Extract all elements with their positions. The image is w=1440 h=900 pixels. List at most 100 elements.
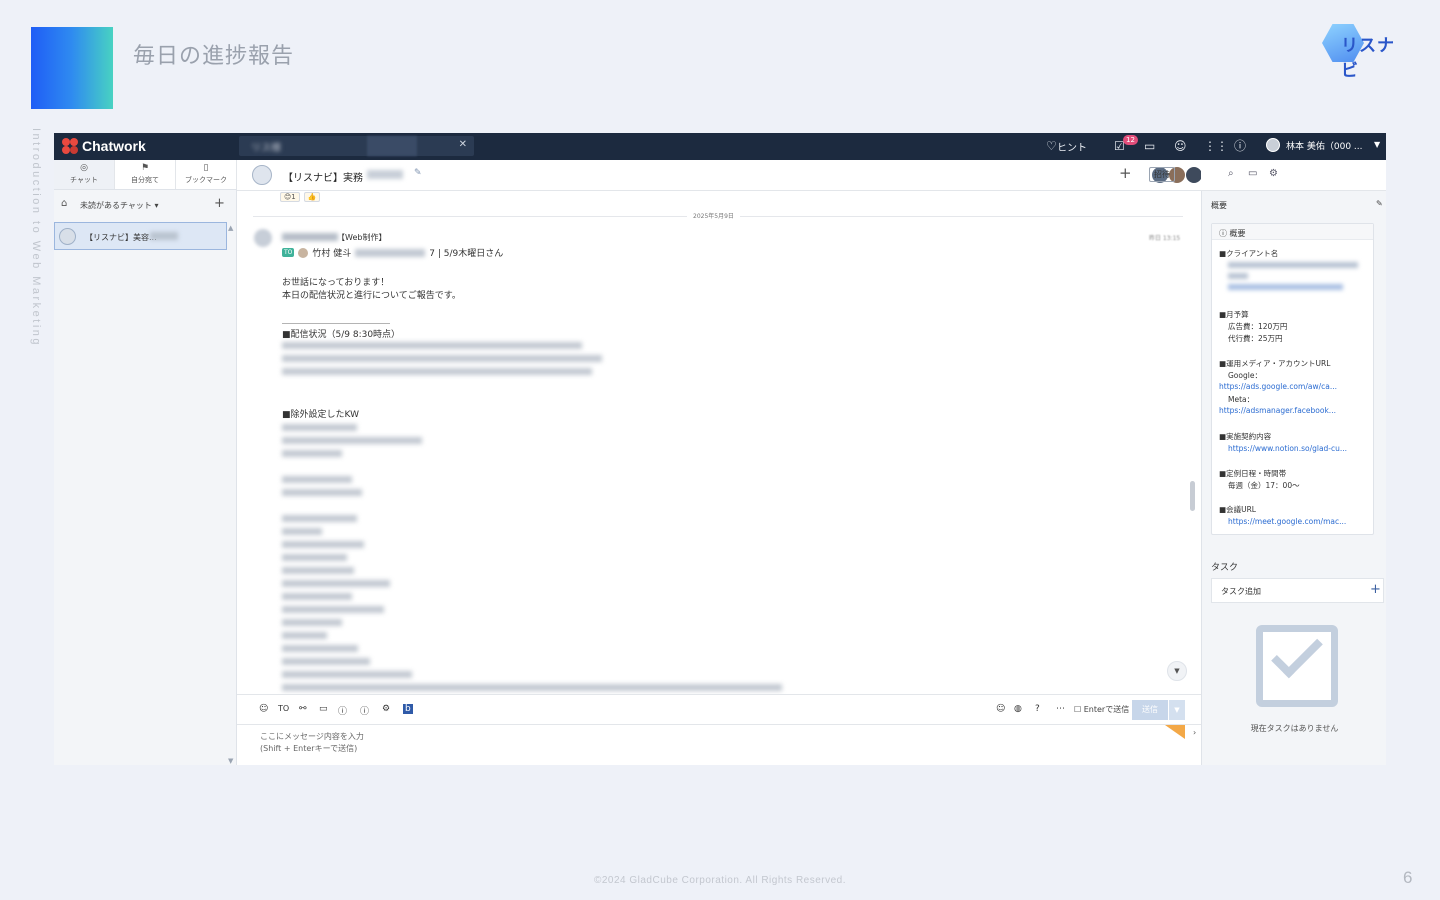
filter-label[interactable]: 未読があるチャット ▾	[80, 200, 158, 211]
info-icon[interactable]: ⓘ	[1234, 138, 1246, 154]
blurred-text	[282, 671, 412, 678]
recipient-blur	[355, 248, 426, 257]
composer-toolbar: ☺ TO ⚯ ▭ ⓘ ⓘ ⚙ b ☺ ◍ ? ⋯ ☐ Enterで送信 送信 ▼	[237, 694, 1201, 724]
gear-icon[interactable]: ⚙	[1269, 168, 1278, 179]
to-button[interactable]: TO	[278, 704, 289, 713]
recipient-name: 竹村 健斗	[312, 249, 352, 259]
home-icon[interactable]: ⌂	[61, 198, 67, 209]
overview-card: ⓘ 概要 ■クライアント名 ■月予算 広告費：120万円 代行費：25万円 ■運…	[1211, 223, 1374, 535]
search-blur-region	[367, 136, 417, 156]
section-link[interactable]: https://meet.google.com/mac...	[1228, 517, 1346, 526]
emoji-icon[interactable]: ☺	[996, 704, 1005, 714]
tab-bookmarks[interactable]: ▯ ブックマーク	[176, 160, 237, 189]
folder-icon[interactable]: ▭	[1248, 168, 1257, 179]
to-tag: TO	[282, 248, 295, 257]
tab-mentions[interactable]: ⚑ 自分宛て	[115, 160, 176, 189]
tab-chat[interactable]: ◎ チャット	[54, 160, 115, 189]
chatwork-window: Chatwork リス様 ✕ ♡ ヒント ☑ 12 ▭ ☺ ⋮⋮ ⓘ 林本 美佑…	[54, 133, 1386, 765]
section-link[interactable]: https://www.notion.so/glad-cu...	[1228, 444, 1347, 453]
timeline-scrollbar[interactable]	[1190, 481, 1195, 511]
chatwork-logo[interactable]: Chatwork	[62, 138, 146, 154]
add-task-label: タスク追加	[1221, 587, 1261, 596]
section-link[interactable]: https://ads.google.com/aw/ca...	[1219, 382, 1337, 391]
blurred-link	[1228, 284, 1343, 290]
bookmark-icon: ▯	[203, 163, 209, 173]
message-input[interactable]: ここにメッセージ内容を入力 (Shift + Enterキーで送信)	[237, 724, 1201, 765]
section-line: Meta：	[1228, 395, 1255, 404]
hint-icon[interactable]: ♡	[1046, 138, 1057, 154]
chat-bubble-icon[interactable]: ◍	[1014, 704, 1022, 714]
room-avatar	[59, 228, 76, 245]
overview-title: 概要	[1211, 201, 1227, 210]
sender-name: 【Web制作】	[337, 233, 387, 242]
sidebar-item-room[interactable]: 【リスナビ】美容...	[54, 222, 227, 250]
sender-avatar	[254, 229, 272, 247]
scroll-down-arrow[interactable]: ▼	[228, 757, 233, 765]
corner-badge-icon	[1165, 725, 1185, 739]
slide-title: 毎日の進捗報告	[133, 44, 295, 69]
apps-grid-icon[interactable]: ⋮⋮	[1204, 138, 1228, 154]
date-label: 2025年5月9日	[687, 211, 740, 220]
app-name: Chatwork	[82, 138, 146, 154]
room-title-blur	[367, 170, 403, 179]
info-tag-icon[interactable]: ⓘ	[338, 704, 347, 717]
search-icon[interactable]: ⌕	[1228, 168, 1234, 179]
folder-icon[interactable]: ▭	[1144, 138, 1155, 154]
message-line: ＿＿＿＿＿＿＿＿＿＿＿＿	[282, 316, 391, 326]
blurred-text	[282, 554, 347, 561]
collapse-panel-icon[interactable]: ›	[1193, 728, 1196, 737]
section-heading: ■会議URL	[1219, 505, 1256, 514]
section-line: Google：	[1228, 371, 1262, 380]
reaction-chip[interactable]: 😊1	[280, 192, 300, 202]
sidebar-tabs: ◎ チャット ⚑ 自分宛て ▯ ブックマーク	[54, 160, 237, 190]
search-input[interactable]: リス様 ✕	[239, 136, 474, 156]
section-line: 広告費：120万円	[1228, 322, 1288, 331]
section-heading: ■月予算	[1219, 310, 1249, 319]
user-avatar[interactable]	[1266, 138, 1280, 152]
add-task-button[interactable]: タスク追加 +	[1211, 578, 1384, 603]
to-line: TO 竹村 健斗 7 | 5/9木曜日さん	[282, 246, 503, 259]
blurred-text	[282, 593, 352, 600]
link-icon[interactable]: ⚯	[299, 704, 307, 714]
add-chat-button[interactable]: +	[214, 196, 225, 211]
section-line: 毎週（金）17：00〜	[1228, 481, 1300, 490]
top-bar: Chatwork リス様 ✕ ♡ ヒント ☑ 12 ▭ ☺ ⋮⋮ ⓘ 林本 美佑…	[54, 133, 1386, 160]
empty-task-message: 現在タスクはありません	[1250, 724, 1339, 733]
send-options-caret[interactable]: ▼	[1169, 700, 1185, 720]
hint-label[interactable]: ヒント	[1057, 139, 1087, 154]
blurred-text	[282, 684, 782, 691]
user-name[interactable]: 林本 美佑（000 ...	[1286, 139, 1362, 152]
edit-icon[interactable]: ✎	[1376, 199, 1383, 208]
contacts-icon[interactable]: ☺	[1174, 138, 1187, 154]
send-button[interactable]: 送信	[1132, 700, 1168, 720]
reaction-chip[interactable]: 👍	[303, 192, 321, 202]
blurred-text	[282, 658, 370, 665]
blurred-text	[282, 619, 342, 626]
caret-down-icon[interactable]: ▼	[1374, 140, 1380, 149]
message-line: ■除外設定したKW	[282, 410, 359, 420]
close-icon[interactable]: ✕	[459, 139, 467, 150]
settings-icon[interactable]: ⚙	[382, 704, 390, 714]
blurred-text	[282, 342, 582, 349]
bookmark-app-icon[interactable]: b	[403, 704, 413, 714]
pin-icon[interactable]: ✎	[414, 168, 422, 178]
info-tag-icon-2[interactable]: ⓘ	[360, 704, 369, 717]
enter-send-toggle[interactable]: ☐ Enterで送信	[1074, 704, 1129, 715]
blurred-text	[282, 489, 362, 496]
help-icon[interactable]: ?	[1035, 704, 1040, 714]
more-icon[interactable]: ⋯	[1056, 704, 1065, 714]
blurred-text	[1228, 262, 1358, 268]
scroll-up-arrow[interactable]: ▲	[228, 224, 233, 232]
blurred-text	[282, 355, 602, 362]
video-icon[interactable]: ▭	[319, 704, 328, 714]
section-link[interactable]: https://adsmanager.facebook...	[1219, 406, 1336, 415]
chat-filter[interactable]: ⌂ 未読があるチャット ▾ +	[54, 196, 237, 214]
jump-to-latest-button[interactable]: ▼	[1167, 661, 1187, 681]
add-member-button[interactable]: +	[1119, 164, 1132, 182]
invite-button[interactable]: 招待	[1149, 167, 1175, 182]
blurred-text	[282, 541, 364, 548]
section-heading: ■クライアント名	[1219, 249, 1279, 258]
section-heading: ■実施契約内容	[1219, 432, 1272, 441]
sender-blur	[282, 233, 338, 241]
emoji-icon[interactable]: ☺	[259, 704, 268, 714]
